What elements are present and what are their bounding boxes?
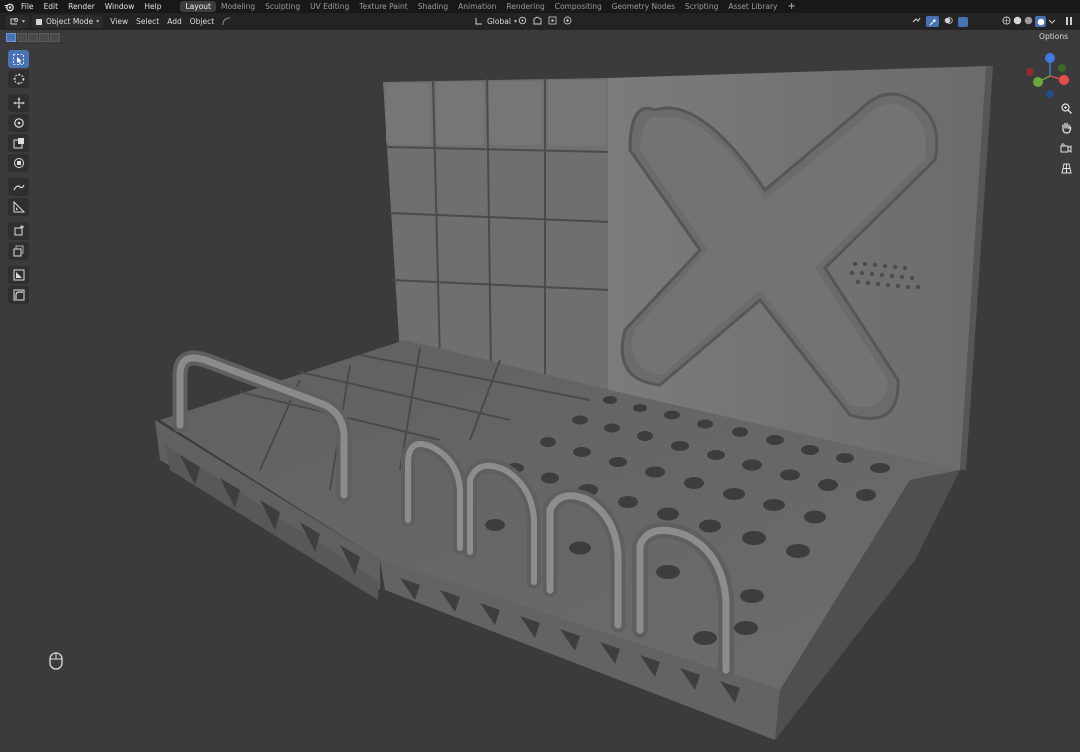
top-menu-bar: File Edit Render Window Help Layout Mode… bbox=[0, 0, 1080, 13]
shading-solid-icon[interactable] bbox=[1013, 16, 1022, 27]
select-subtract-icon[interactable] bbox=[28, 33, 38, 42]
orientation-icon bbox=[475, 18, 482, 25]
bevel-icon[interactable] bbox=[8, 286, 29, 304]
transform-orientation-dropdown[interactable]: Global ▾ bbox=[470, 15, 521, 28]
add-workspace-button[interactable]: + bbox=[782, 0, 800, 13]
editor-type-dropdown[interactable]: ▾ bbox=[6, 15, 30, 28]
tab-uv-editing[interactable]: UV Editing bbox=[305, 1, 354, 12]
move-icon[interactable] bbox=[8, 94, 29, 112]
select-menu[interactable]: Select bbox=[132, 15, 163, 28]
annotate-icon[interactable] bbox=[8, 178, 29, 196]
pan-hand-icon[interactable] bbox=[1057, 120, 1075, 136]
tab-shading[interactable]: Shading bbox=[413, 1, 453, 12]
menu-render[interactable]: Render bbox=[63, 0, 100, 13]
chevron-down-icon: ▾ bbox=[22, 18, 26, 25]
select-new-icon[interactable] bbox=[6, 33, 16, 42]
tab-layout[interactable]: Layout bbox=[180, 1, 216, 12]
select-invert-icon[interactable] bbox=[39, 33, 49, 42]
menu-file[interactable]: File bbox=[16, 0, 39, 13]
rotate-icon[interactable] bbox=[8, 114, 29, 132]
axis-x-icon[interactable] bbox=[1059, 75, 1069, 85]
tab-animation[interactable]: Animation bbox=[453, 1, 501, 12]
shading-options-icon[interactable] bbox=[1048, 17, 1056, 27]
select-box-icon[interactable] bbox=[8, 50, 29, 68]
axis-y-icon[interactable] bbox=[1033, 77, 1043, 87]
options-button[interactable]: Options bbox=[1039, 32, 1068, 41]
grid-icon[interactable] bbox=[1057, 160, 1075, 176]
object-mode-icon bbox=[36, 18, 43, 25]
axis-neg-y-icon[interactable] bbox=[1058, 64, 1066, 72]
orientation-label: Global bbox=[487, 17, 511, 26]
add-cube-icon[interactable] bbox=[8, 222, 29, 240]
tab-texture-paint[interactable]: Texture Paint bbox=[354, 1, 412, 12]
tab-geometry-nodes[interactable]: Geometry Nodes bbox=[607, 1, 680, 12]
object-menu[interactable]: Object bbox=[186, 15, 218, 28]
snap-target-icon[interactable] bbox=[548, 16, 557, 27]
camera-icon[interactable] bbox=[1057, 140, 1075, 156]
select-intersect-icon[interactable] bbox=[50, 33, 60, 42]
navigation-gizmo[interactable] bbox=[1024, 50, 1076, 102]
menu-window[interactable]: Window bbox=[100, 0, 140, 13]
selection-mode-group bbox=[6, 33, 60, 42]
visibility-icon[interactable] bbox=[912, 16, 921, 27]
tab-scripting[interactable]: Scripting bbox=[680, 1, 723, 12]
shading-rendered-icon[interactable] bbox=[1035, 16, 1046, 27]
shading-wireframe-icon[interactable] bbox=[1002, 16, 1011, 27]
tab-sculpting[interactable]: Sculpting bbox=[260, 1, 305, 12]
menu-edit[interactable]: Edit bbox=[39, 0, 64, 13]
workspace-tabs: Layout Modeling Sculpting UV Editing Tex… bbox=[180, 0, 800, 13]
extrude-icon[interactable] bbox=[8, 242, 29, 260]
menu-help[interactable]: Help bbox=[139, 0, 166, 13]
cursor-icon[interactable] bbox=[8, 70, 29, 88]
add-menu[interactable]: Add bbox=[163, 15, 186, 28]
transform-icon[interactable] bbox=[8, 154, 29, 172]
mode-label: Object Mode bbox=[46, 17, 94, 26]
mouse-icon bbox=[49, 652, 63, 670]
pivot-icon[interactable] bbox=[518, 16, 527, 27]
tool-shelf bbox=[7, 50, 30, 306]
tab-modeling[interactable]: Modeling bbox=[216, 1, 260, 12]
scale-icon[interactable] bbox=[8, 134, 29, 152]
axis-neg-z-icon[interactable] bbox=[1046, 90, 1054, 98]
snap-curve-icon[interactable] bbox=[218, 15, 235, 28]
tab-asset-library[interactable]: Asset Library bbox=[723, 1, 782, 12]
viewport-icon bbox=[10, 18, 18, 25]
shading-material-icon[interactable] bbox=[1024, 16, 1033, 27]
gizmo-toggle-icon[interactable] bbox=[926, 16, 939, 27]
chevron-down-icon: ▾ bbox=[513, 18, 517, 25]
knife-icon[interactable] bbox=[8, 266, 29, 284]
blender-logo-icon[interactable] bbox=[2, 0, 16, 13]
navigation-buttons bbox=[1057, 100, 1075, 176]
select-extend-icon[interactable] bbox=[17, 33, 27, 42]
pause-icon[interactable] bbox=[1064, 16, 1074, 28]
measure-icon[interactable] bbox=[8, 198, 29, 216]
zoom-icon[interactable] bbox=[1057, 100, 1075, 116]
axis-z-icon[interactable] bbox=[1045, 53, 1055, 63]
overlay-toggle-icon[interactable] bbox=[944, 16, 953, 27]
chevron-down-icon: ▾ bbox=[96, 18, 100, 25]
axis-neg-x-icon[interactable] bbox=[1026, 68, 1034, 76]
tool-settings-bar: Options bbox=[0, 30, 1080, 45]
3d-viewport[interactable] bbox=[0, 45, 1080, 752]
proportional-edit-icon[interactable] bbox=[563, 16, 572, 27]
view-menu[interactable]: View bbox=[106, 15, 132, 28]
mode-dropdown[interactable]: Object Mode ▾ bbox=[32, 15, 104, 28]
viewport-header: ▾ Object Mode ▾ View Select Add Object G… bbox=[0, 13, 1080, 30]
snap-icon[interactable] bbox=[533, 16, 542, 27]
tab-rendering[interactable]: Rendering bbox=[501, 1, 549, 12]
tab-compositing[interactable]: Compositing bbox=[550, 1, 607, 12]
xray-toggle-icon[interactable] bbox=[958, 16, 968, 27]
